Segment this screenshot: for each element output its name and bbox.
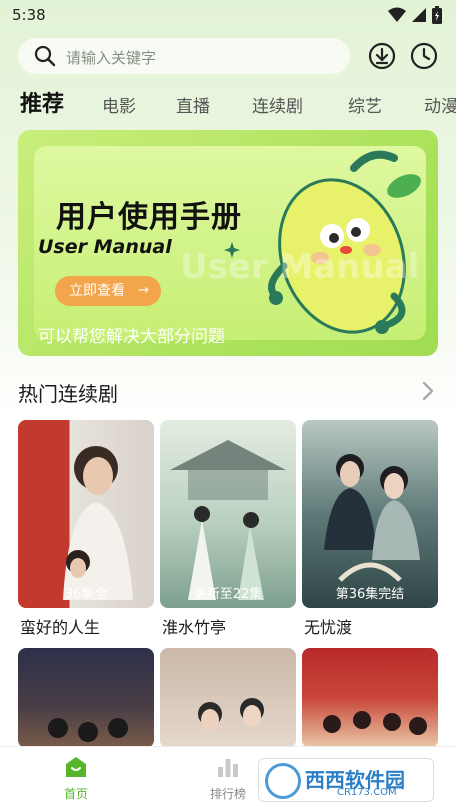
show-title: 蛮好的人生 [20,618,101,637]
show-title: 无忧渡 [304,618,353,637]
site-watermark: 西西软件园 CR173.COM [258,758,434,802]
tab-recommend[interactable]: 推荐 [20,86,64,118]
tab-live[interactable]: 直播 [176,92,210,117]
status-icons [388,6,442,24]
battery-icon [432,6,442,24]
download-icon[interactable] [368,42,396,70]
search-icon [34,45,56,67]
banner-watermark: User Manual [180,247,420,287]
banner-title: 用户使用手册 [56,200,242,235]
poster-figure [324,454,420,582]
nav-home[interactable]: 首页 [36,755,116,802]
show-title: 淮水竹亭 [162,618,227,637]
signal-icon [412,8,426,22]
ranking-icon [218,759,238,777]
search-placeholder: 请输入关键字 [66,49,157,67]
nav-home-label: 首页 [63,787,88,801]
status-bar: 5:38 [0,0,456,32]
status-time: 5:38 [12,6,46,24]
tab-variety[interactable]: 综艺 [348,92,382,117]
episode-badge: 第36集完结 [335,587,405,602]
watermark-logo [265,763,301,799]
poster-figure [170,440,286,600]
tab-anime[interactable]: 动漫 [424,92,456,117]
poster-figure [48,718,128,742]
history-icon[interactable] [410,42,438,70]
show-poster: 更新至22集 [160,420,296,608]
show-card[interactable] [160,648,296,748]
tab-movies[interactable]: 电影 [102,92,136,117]
arrow-right-icon: → [138,283,149,298]
view-now-label: 立即查看 [69,283,125,299]
show-poster: 第36集完结 [302,420,438,608]
poster-figure [198,698,264,731]
wifi-icon [388,7,406,22]
mascot-illustration [268,150,421,334]
poster-figure [323,711,427,735]
show-poster: 36集全 [18,420,154,608]
episode-badge: 36集全 [64,587,108,602]
chevron-right-icon[interactable] [420,380,436,402]
banner-caption: 可以帮您解决大部分问题 [38,327,225,347]
section-title: 热门连续剧 [18,382,118,406]
search-input[interactable]: 请输入关键字 [18,38,350,74]
show-card[interactable] [302,648,438,748]
view-now-button[interactable]: 立即查看 → [55,276,161,306]
nav-ranking[interactable]: 排行榜 [188,755,268,802]
poster-figure [63,446,133,600]
show-card[interactable] [18,648,154,748]
episode-badge: 更新至22集 [193,587,263,602]
banner-subtitle: User Manual [38,236,172,258]
watermark-subtext: CR173.COM [337,787,397,798]
search-row: 请输入关键字 [18,38,442,74]
home-icon [66,757,86,777]
tab-series[interactable]: 连续剧 [252,92,303,117]
nav-ranking-label: 排行榜 [209,787,246,801]
